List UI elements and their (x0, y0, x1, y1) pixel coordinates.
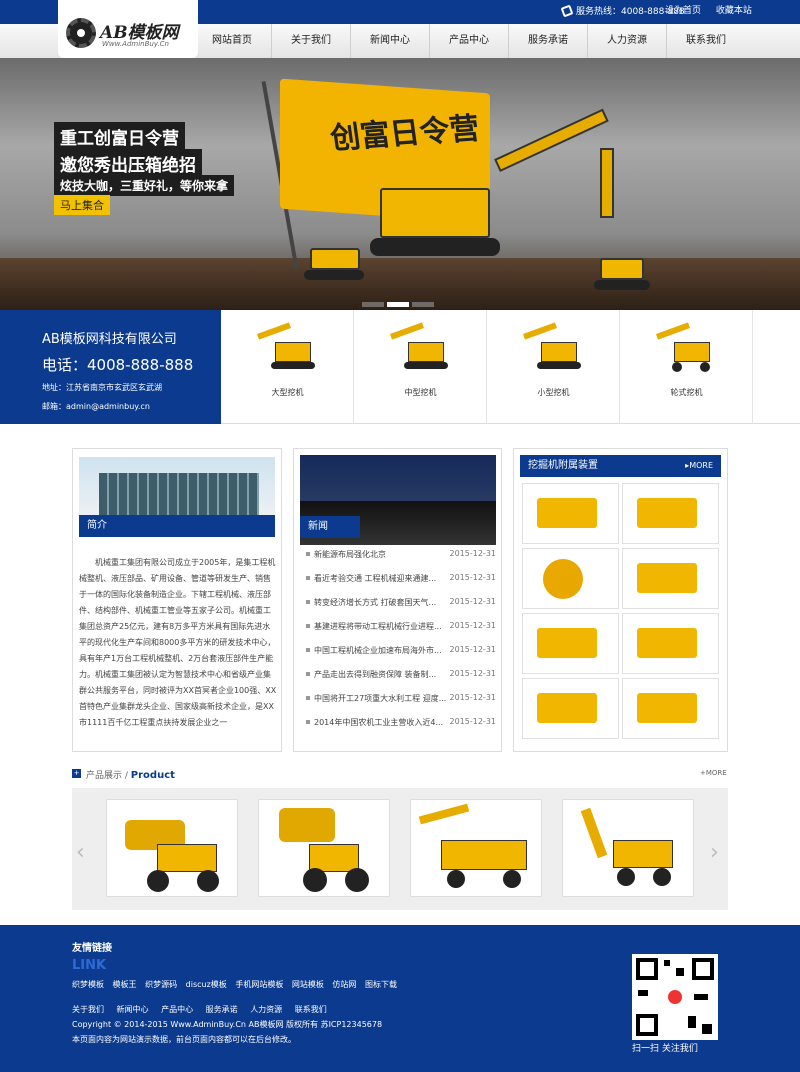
parts-panel: 挖掘机附属装置 ▸MORE (513, 448, 728, 752)
friend-link[interactable]: 模板王 (113, 980, 137, 989)
product-thumb[interactable] (522, 613, 619, 674)
product-card[interactable] (258, 799, 390, 897)
set-home-link[interactable]: 设为首页 (665, 6, 701, 16)
friend-links: 织梦模板 模板王 织梦源码 discuz模板 手机网站模板 网站模板 仿站网 图… (72, 979, 403, 990)
section-icon: + (72, 769, 81, 778)
nav-item-home[interactable]: 网站首页 (192, 24, 271, 58)
product-thumb[interactable] (522, 548, 619, 609)
flag-text: 创富日令营 (328, 111, 482, 157)
nav-item-news[interactable]: 新闻中心 (350, 24, 429, 58)
top-links: 设为首页 收藏本站 (665, 6, 764, 17)
company-info: AB模板网科技有限公司 电话：4008-888-888 地址：江苏省南京市玄武区… (0, 310, 221, 424)
excavator-image (517, 322, 587, 374)
slider-dot[interactable] (362, 302, 384, 307)
banner-join-button[interactable]: 马上集合 (54, 195, 110, 215)
parts-more-link[interactable]: ▸MORE (685, 455, 713, 477)
news-item[interactable]: 中国工程机械企业加速布局海外市... 2015-12-31 (306, 645, 496, 656)
intro-text: 机械重工集团有限公司成立于2005年，是集工程机械整机、液压部品、矿用设备、管道… (79, 558, 277, 727)
news-item[interactable]: 新能源布局强化北京 2015-12-31 (306, 549, 496, 560)
product-card[interactable] (562, 799, 694, 897)
footer-nav-item[interactable]: 人力资源 (250, 1005, 282, 1014)
news-item[interactable]: 转变经济增长方式 打破套国天气... 2015-12-31 (306, 597, 496, 608)
footer-note: 本页面内容为网站演示数据，前台页面内容都可以在后台修改。 (72, 1035, 296, 1044)
banner-headline-1: 重工创富日令营 (54, 122, 185, 151)
friend-link[interactable]: 图标下载 (365, 980, 397, 989)
footer-nav-item[interactable]: 新闻中心 (117, 1005, 149, 1014)
news-item[interactable]: 看近考验交通 工程机械迎来通建... 2015-12-31 (306, 573, 496, 584)
product-card[interactable] (410, 799, 542, 897)
friend-links-title: 友情链接 (72, 943, 112, 954)
excavator-image (384, 322, 454, 374)
excavator-image (251, 322, 321, 374)
nav-item-contact[interactable]: 联系我们 (666, 24, 745, 58)
copyright: Copyright © 2014-2015 Www.AdminBuy.Cn AB… (72, 1020, 383, 1029)
product-thumb[interactable] (622, 678, 719, 739)
intro-header: 简介 (79, 515, 275, 537)
bookmark-link[interactable]: 收藏本站 (716, 6, 752, 16)
category-label: 小型挖机 (537, 388, 570, 397)
friend-link[interactable]: discuz模板 (186, 980, 227, 989)
products-heading: 产品展示 / Product (86, 770, 175, 781)
excavator-image (650, 322, 720, 374)
phone-icon (560, 4, 574, 18)
footer-nav-item[interactable]: 服务承诺 (206, 1005, 238, 1014)
qr-code-icon (632, 954, 718, 1040)
slider-dots (362, 296, 437, 310)
product-card[interactable] (106, 799, 238, 897)
logo-subtitle: Www.AdminBuy.Cn (102, 40, 169, 48)
product-thumb[interactable] (622, 548, 719, 609)
friend-link[interactable]: 仿站网 (332, 980, 356, 989)
carousel-prev-icon[interactable]: ‹ (76, 840, 85, 865)
company-phone: 电话：4008-888-888 (42, 356, 194, 374)
nav-item-service[interactable]: 服务承诺 (508, 24, 587, 58)
hero-banner[interactable]: 创富日令营 重工创富日令营 邀您秀出压箱绝招 炫技大咖，三重好礼，等你来拿 马上… (0, 58, 800, 310)
parts-header: 挖掘机附属装置 ▸MORE (520, 455, 721, 477)
news-item[interactable]: 产品走出去得到融资保障 装备制... 2015-12-31 (306, 669, 496, 680)
product-thumb[interactable] (522, 483, 619, 544)
product-thumb[interactable] (622, 483, 719, 544)
category-medium[interactable]: 中型挖机 (354, 310, 487, 424)
products-more-link[interactable]: +MORE (700, 769, 727, 777)
company-address: 地址：江苏省南京市玄武区玄武湖 (42, 383, 162, 392)
parts-title: 挖掘机附属装置 (528, 460, 598, 471)
nav-item-products[interactable]: 产品中心 (429, 24, 508, 58)
friend-link[interactable]: 织梦模板 (72, 980, 104, 989)
company-email: 邮箱：admin@adminbuy.cn (42, 402, 150, 411)
friend-link[interactable]: 网站模板 (292, 980, 324, 989)
footer-nav: 关于我们 新闻中心 产品中心 服务承诺 人力资源 联系我们 (72, 1004, 337, 1015)
footer-nav-item[interactable]: 产品中心 (161, 1005, 193, 1014)
news-item[interactable]: 中国将开工27项重大水利工程 迎度... 2015-12-31 (306, 693, 496, 704)
qr-label: 扫一扫 关注我们 (632, 1044, 698, 1054)
intro-panel: 简介 机械重工集团有限公司成立于2005年，是集工程机械整机、液压部品、矿用设备… (72, 448, 282, 752)
nav-item-about[interactable]: 关于我们 (271, 24, 350, 58)
news-header: 新闻 (300, 516, 360, 538)
slider-dot[interactable] (412, 302, 434, 307)
category-label: 轮式挖机 (670, 388, 703, 397)
banner-subline: 炫技大咖，三重好礼，等你来拿 (54, 175, 235, 196)
gear-icon (66, 18, 96, 48)
friend-link[interactable]: 手机网站模板 (235, 980, 283, 989)
banner-headline-2: 邀您秀出压箱绝招 (54, 149, 202, 178)
footer-nav-item[interactable]: 联系我们 (295, 1005, 327, 1014)
friend-links-en: LINK (72, 958, 107, 973)
category-label: 大型挖机 (271, 388, 304, 397)
friend-link[interactable]: 织梦源码 (145, 980, 177, 989)
category-wheeled[interactable]: 轮式挖机 (620, 310, 753, 424)
company-name: AB模板网科技有限公司 (42, 332, 177, 347)
carousel-next-icon[interactable]: › (710, 840, 719, 865)
product-thumb[interactable] (622, 613, 719, 674)
nav-item-hr[interactable]: 人力资源 (587, 24, 666, 58)
slider-dot[interactable] (387, 302, 409, 307)
footer-nav-item[interactable]: 关于我们 (72, 1005, 104, 1014)
category-strip: 大型挖机 中型挖机 小型挖机 轮式挖机 (221, 310, 800, 424)
product-carousel (72, 788, 728, 910)
product-thumb[interactable] (522, 678, 619, 739)
category-label: 中型挖机 (404, 388, 437, 397)
news-item[interactable]: 基建进程将带动工程机械行业进程... 2015-12-31 (306, 621, 496, 632)
category-small[interactable]: 小型挖机 (487, 310, 620, 424)
news-item[interactable]: 2014年中国农机工业主营收入近4... 2015-12-31 (306, 717, 496, 728)
news-panel: 新闻 新能源布局强化北京 2015-12-31 看近考验交通 工程机械迎来通建..… (293, 448, 502, 752)
category-large[interactable]: 大型挖机 (221, 310, 354, 424)
